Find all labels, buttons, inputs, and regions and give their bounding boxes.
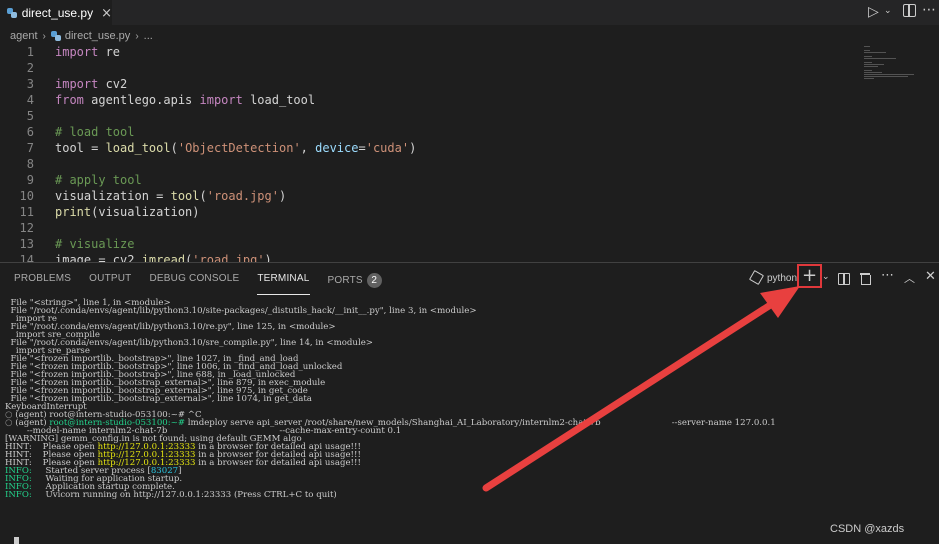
tab-ports[interactable]: PORTS 2 [328, 273, 382, 289]
code-text: print(visualization) [55, 205, 200, 219]
tab-debug-console[interactable]: DEBUG CONSOLE [149, 273, 239, 289]
tab-label: OUTPUT [89, 273, 132, 284]
tab-terminal[interactable]: TERMINAL [257, 273, 310, 295]
code-line[interactable]: 5 [0, 109, 850, 125]
breadcrumb-file[interactable]: direct_use.py [65, 30, 130, 42]
terminal-output[interactable]: File "<string>", line 1, in <module> Fil… [0, 297, 939, 544]
code-line[interactable]: 4 from agentlego.apis import load_tool [0, 93, 850, 109]
line-number: 6 [26, 125, 34, 139]
code-line[interactable]: 10 visualization = tool('road.jpg') [0, 189, 850, 205]
line-number: 7 [26, 141, 34, 155]
tab-label: PORTS [327, 275, 363, 286]
terminal-line: File "/root/.conda/envs/agent/lib/python… [5, 306, 477, 316]
code-line[interactable]: 14 image = cv2.imread('road.jpg') [0, 253, 850, 262]
code-line[interactable]: 8 [0, 157, 850, 173]
run-icon[interactable]: ▷ [868, 4, 879, 20]
line-number: 4 [26, 93, 34, 107]
python-file-icon [7, 8, 17, 18]
python-file-icon [50, 31, 61, 41]
code-text: from agentlego.apis import load_tool [55, 93, 316, 107]
chevron-down-icon[interactable]: ⌄ [822, 272, 830, 282]
trash-icon[interactable] [860, 272, 871, 285]
code-line[interactable]: 13 # visualize [0, 237, 850, 253]
code-line[interactable]: 2 [0, 61, 850, 77]
line-number: 11 [19, 205, 34, 219]
close-panel-icon[interactable]: ✕ [925, 269, 936, 284]
breadcrumb-folder[interactable]: agent [10, 30, 38, 42]
code-line[interactable]: 6 # load tool [0, 125, 850, 141]
watermark: CSDN @xazds [830, 523, 905, 535]
code-text: tool = load_tool('ObjectDetection', devi… [55, 141, 417, 155]
editor-tab-bar: direct_use.py × ▷ ⌄ ⋯ [0, 0, 939, 25]
split-editor-icon[interactable] [903, 4, 916, 17]
code-text: # load tool [55, 125, 135, 139]
code-text: image = cv2.imread('road.jpg') [55, 253, 272, 262]
line-number: 8 [26, 157, 34, 171]
line-number: 12 [19, 221, 34, 235]
terminal-name[interactable]: python [767, 273, 797, 284]
line-number: 5 [26, 109, 34, 123]
more-actions-icon[interactable]: ⋯ [881, 268, 895, 283]
tab-label: DEBUG CONSOLE [149, 273, 240, 284]
ports-count-badge: 2 [366, 273, 382, 288]
code-text: import re [55, 45, 121, 59]
terminal-cursor [14, 537, 19, 544]
panel-tabs: PROBLEMS OUTPUT DEBUG CONSOLE TERMINAL PORTS… [14, 273, 400, 295]
code-line[interactable]: 12 [0, 221, 850, 237]
minimap[interactable] [862, 44, 922, 104]
code-line[interactable]: 3 import cv2 [0, 77, 850, 93]
tab-problems[interactable]: PROBLEMS [14, 273, 71, 289]
terminal-text: Uvicorn running on http://127.0.0.1:2333… [31, 490, 337, 500]
terminal-text: File "/root/.conda/envs/agent/lib/python… [5, 306, 477, 316]
code-line[interactable]: 9 # apply tool [0, 173, 850, 189]
code-text: import cv2 [55, 77, 128, 91]
line-number: 9 [26, 173, 34, 187]
chevron-down-icon[interactable]: ⌄ [884, 6, 892, 16]
code-line[interactable]: 11 print(visualization) [0, 205, 850, 221]
chevron-right-icon: › [42, 30, 46, 42]
chevron-right-icon: › [135, 30, 139, 42]
line-number: 13 [19, 237, 34, 251]
breadcrumb-ellipsis[interactable]: ... [144, 30, 153, 42]
code-line[interactable]: 1 import re [0, 45, 850, 61]
split-terminal-icon[interactable] [838, 273, 850, 285]
terminal-info-line: INFO: Uvicorn running on http://127.0.0.… [5, 490, 337, 500]
tab-output[interactable]: OUTPUT [89, 273, 131, 289]
terminal-text: in a browser for detailed api usage!!! [195, 458, 361, 468]
close-icon[interactable]: × [101, 6, 112, 21]
tab-label: direct_use.py [21, 6, 94, 20]
line-number: 1 [26, 45, 34, 59]
code-line[interactable]: 7 tool = load_tool('ObjectDetection', dev… [0, 141, 850, 157]
tab-direct-use[interactable]: direct_use.py × [0, 0, 112, 25]
tab-label: PROBLEMS [14, 273, 72, 284]
line-number: 14 [19, 253, 34, 262]
terminal-profile-icon [748, 269, 765, 286]
breadcrumb: agent › direct_use.py › ... [10, 28, 153, 44]
code-text: # apply tool [55, 173, 142, 187]
code-editor[interactable]: 1 import re 2 3 import cv2 4 from agentlego.ap… [0, 44, 939, 262]
tab-label: TERMINAL [257, 273, 310, 284]
line-number: 3 [26, 77, 34, 91]
terminal-text: INFO: [5, 490, 32, 500]
line-number: 2 [26, 61, 34, 75]
chevron-up-icon[interactable]: ︿ [904, 270, 915, 286]
annotation-highlight-box [797, 264, 822, 288]
line-number: 10 [19, 189, 34, 203]
code-text: # visualize [55, 237, 135, 251]
more-actions-icon[interactable]: ⋯ [922, 2, 937, 18]
code-text: visualization = tool('road.jpg') [55, 189, 287, 203]
